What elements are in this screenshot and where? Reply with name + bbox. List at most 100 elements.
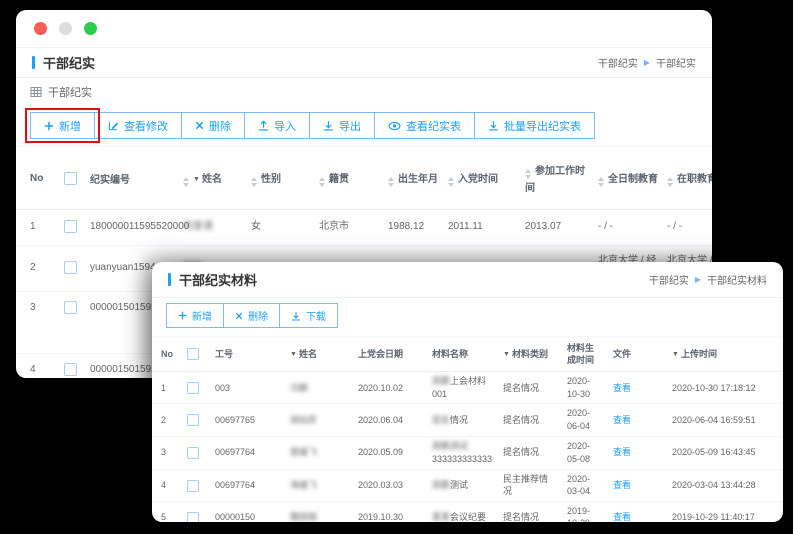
cell-upload-time: 2019-10-29 11:40:17 (665, 501, 783, 522)
cell-work-join: 2013.07 (521, 210, 594, 246)
col-gender: 性别 (247, 147, 315, 210)
breadcrumb-parent[interactable]: 干部纪实 (598, 55, 638, 70)
page-title-text: 干部纪实材料 (179, 270, 257, 289)
filter-icon[interactable]: ▼ (672, 351, 679, 358)
select-all-checkbox[interactable] (64, 172, 77, 185)
cell-job-no: 00697764 (208, 436, 283, 469)
download-icon (488, 120, 499, 131)
row-checkbox[interactable] (187, 414, 199, 426)
breadcrumb-parent[interactable]: 干部纪实 (649, 272, 689, 287)
cell-meeting-date: 2020.03.03 (351, 469, 425, 501)
filter-icon[interactable]: ▼ (503, 351, 510, 358)
sort-icon[interactable] (183, 177, 189, 187)
cell-generate-time: 2020-05-08 (560, 436, 606, 469)
cell-file: 查看 (606, 501, 665, 522)
traffic-light-minimize[interactable] (59, 22, 72, 35)
cell-no: 5 (152, 501, 180, 522)
view-file-link[interactable]: 查看 (613, 415, 631, 425)
view-file-link[interactable]: 查看 (613, 447, 631, 457)
row-checkbox[interactable] (64, 363, 77, 376)
title-accent-bar (168, 273, 171, 286)
cell-material-type: 提名情况 (496, 404, 560, 436)
col-select (180, 337, 208, 372)
cell-gender: 女 (247, 210, 315, 246)
delete-label: 删除 (209, 118, 231, 134)
select-all-checkbox[interactable] (187, 348, 199, 360)
breadcrumb-current: 干部纪实材料 (707, 272, 767, 287)
row-checkbox[interactable] (64, 301, 77, 314)
toolbar: 新增 删除 下载 (152, 298, 783, 336)
batch-export-label: 批量导出纪实表 (504, 118, 581, 134)
row-checkbox[interactable] (187, 447, 199, 459)
upload-icon (258, 120, 269, 131)
material-table-wrap: No 工号 ▼姓名 上党会日期 材料名称 ▼材料类别 材料生成时间 文件 ▼上传… (152, 336, 783, 522)
cell-upload-time: 2020-06-04 16:59:51 (665, 404, 783, 436)
sort-icon[interactable] (319, 177, 325, 187)
plus-icon (44, 121, 54, 131)
table-row: 4 00697764 海雄飞 2020.03.03 周鹏测试 民主推荐情况 20… (152, 469, 783, 501)
sort-icon[interactable] (448, 177, 454, 187)
breadcrumb-arrow-icon: ▶ (695, 276, 701, 284)
view-edit-button[interactable]: 查看修改 (94, 112, 182, 139)
sort-icon[interactable] (598, 177, 604, 187)
cell-onjob-edu: - / - (663, 210, 712, 246)
view-sheet-button[interactable]: 查看纪实表 (374, 112, 475, 139)
col-onjob-edu: 在职教育 (663, 147, 712, 210)
page-title: 干部纪实材料 (168, 270, 257, 289)
sort-icon[interactable] (525, 169, 531, 179)
title-accent-bar (32, 56, 35, 69)
window-titlebar (16, 10, 712, 48)
cell-upload-time: 2020-03-04 13:44:28 (665, 469, 783, 501)
cell-name: 海雄飞 (283, 469, 351, 501)
sort-icon[interactable] (251, 177, 257, 187)
row-checkbox[interactable] (187, 512, 199, 522)
table-row: 1 180000011595520000 刘发语 女 北京市 1988.12 2… (16, 210, 712, 246)
export-button[interactable]: 导出 (309, 112, 375, 139)
filter-icon[interactable]: ▼ (290, 351, 297, 358)
col-material-type: ▼材料类别 (496, 337, 560, 372)
row-checkbox[interactable] (64, 261, 77, 274)
filter-icon[interactable]: ▼ (193, 176, 200, 183)
cell-material-type: 提名情况 (496, 436, 560, 469)
cell-no: 1 (152, 372, 180, 404)
page-title: 干部纪实 (32, 53, 95, 72)
delete-button[interactable]: 删除 (223, 303, 280, 328)
table-caption-text: 干部纪实 (48, 84, 92, 100)
view-file-link[interactable]: 查看 (613, 512, 631, 522)
batch-export-button[interactable]: 批量导出纪实表 (474, 112, 595, 139)
cell-party-join: 2011.11 (444, 210, 521, 246)
add-button[interactable]: 新增 (30, 112, 95, 139)
delete-button[interactable]: 删除 (181, 112, 245, 139)
sort-icon[interactable] (388, 177, 394, 187)
grid-table-icon (30, 86, 42, 98)
row-checkbox[interactable] (187, 382, 199, 394)
add-button[interactable]: 新增 (166, 303, 224, 328)
col-no: No (152, 337, 180, 372)
traffic-light-close[interactable] (34, 22, 47, 35)
cell-select (180, 372, 208, 404)
sort-icon[interactable] (667, 177, 673, 187)
cell-generate-time: 2020-06-04 (560, 404, 606, 436)
cell-name: 胡灿弈 (283, 404, 351, 436)
import-button[interactable]: 导入 (244, 112, 310, 139)
cell-material-type: 提名情况 (496, 501, 560, 522)
view-file-link[interactable]: 查看 (613, 383, 631, 393)
cell-name: 楚雄飞 (283, 436, 351, 469)
view-edit-label: 查看修改 (124, 118, 168, 134)
traffic-light-zoom[interactable] (84, 22, 97, 35)
cell-meeting-date: 2019.10.30 (351, 501, 425, 522)
cell-name: 魏丽娟 (283, 501, 351, 522)
cell-generate-time: 2020-03-04 (560, 469, 606, 501)
cell-material-type: 提名情况 (496, 372, 560, 404)
row-checkbox[interactable] (187, 480, 199, 492)
download-button[interactable]: 下载 (279, 303, 338, 328)
view-file-link[interactable]: 查看 (613, 480, 631, 490)
cell-select (180, 404, 208, 436)
eye-icon (388, 121, 401, 131)
cell-select (180, 501, 208, 522)
row-checkbox[interactable] (64, 220, 77, 233)
cell-generate-time: 2020-10-30 (560, 372, 606, 404)
cell-select (60, 210, 86, 246)
table-row: 5 00000150 魏丽娟 2019.10.30 某某会议纪要 提名情况 20… (152, 501, 783, 522)
cell-file: 查看 (606, 436, 665, 469)
